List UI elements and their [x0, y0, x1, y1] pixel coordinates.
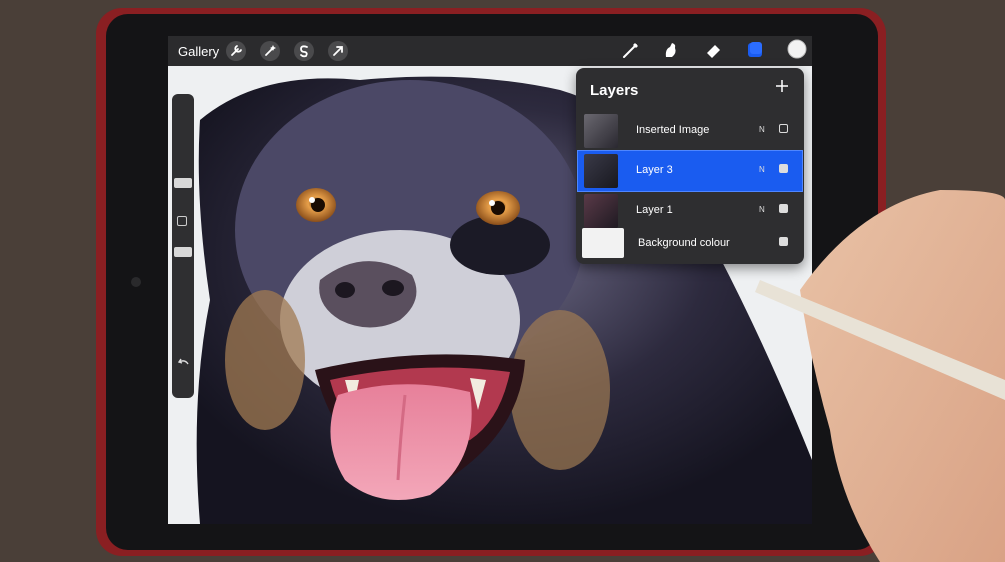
opacity-slider[interactable]: [174, 247, 192, 257]
layer-name: Layer 1: [636, 204, 673, 216]
blend-mode[interactable]: N: [759, 125, 765, 134]
magic-wand-icon[interactable]: [259, 40, 281, 62]
selection-icon[interactable]: [293, 40, 315, 62]
transform-arrow-icon[interactable]: [327, 40, 349, 62]
color-swatch[interactable]: [785, 37, 809, 61]
blend-mode[interactable]: N: [759, 205, 765, 214]
layer-name: Inserted Image: [636, 124, 710, 136]
blend-mode[interactable]: N: [759, 165, 765, 174]
layer-row-layer-3[interactable]: Layer 3 N: [577, 150, 803, 192]
plus-icon: [776, 80, 788, 92]
layer-thumbnail: [582, 228, 624, 258]
layers-icon[interactable]: [744, 39, 766, 61]
gallery-button[interactable]: Gallery: [178, 44, 219, 60]
layer-row-layer-1[interactable]: Layer 1 N: [578, 191, 802, 231]
visibility-checkbox[interactable]: [779, 237, 788, 246]
layer-row-inserted-image[interactable]: Inserted Image N: [578, 111, 802, 151]
layer-name: Layer 3: [636, 164, 673, 176]
add-layer-button[interactable]: [774, 78, 790, 94]
layer-thumbnail: [584, 114, 618, 148]
sidebar: [172, 94, 194, 398]
layer-row-background-colour[interactable]: Background colour: [578, 226, 802, 262]
camera-dot: [131, 277, 141, 287]
visibility-checkbox[interactable]: [779, 204, 788, 213]
layer-name: Background colour: [638, 237, 730, 249]
layers-panel: Layers Inserted Image N Layer 3 N Layer …: [576, 68, 804, 264]
brush-size-slider[interactable]: [174, 178, 192, 188]
eraser-icon[interactable]: [702, 39, 724, 61]
layer-thumbnail: [584, 154, 618, 188]
visibility-checkbox[interactable]: [779, 164, 788, 173]
modify-button[interactable]: [177, 216, 187, 226]
visibility-checkbox[interactable]: [779, 124, 788, 133]
undo-icon[interactable]: [177, 356, 191, 370]
photo-scene: [0, 0, 1005, 562]
smudge-icon[interactable]: [660, 39, 682, 61]
layers-title: Layers: [590, 82, 639, 99]
layer-thumbnail: [584, 194, 618, 228]
wrench-icon[interactable]: [225, 40, 247, 62]
brush-icon[interactable]: [620, 39, 642, 61]
